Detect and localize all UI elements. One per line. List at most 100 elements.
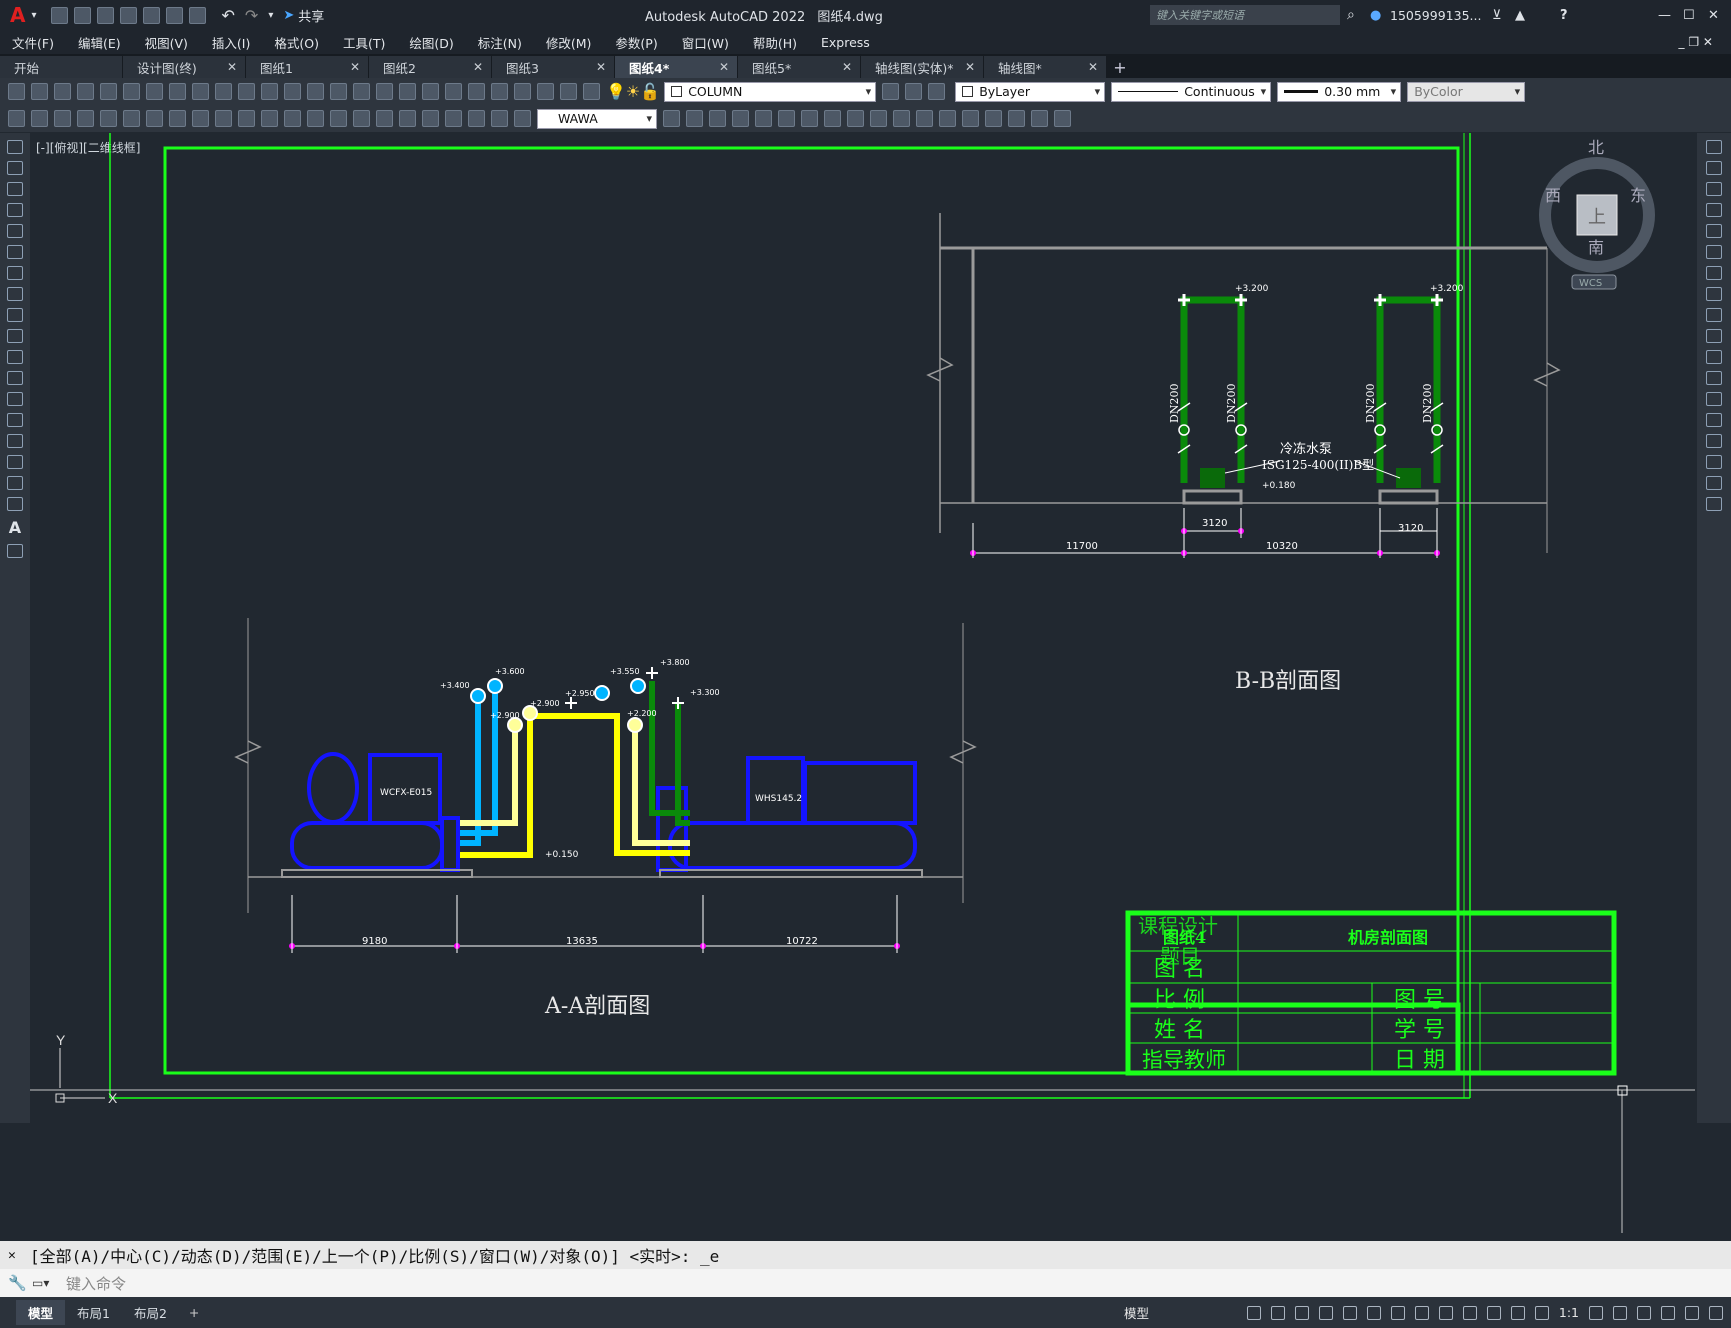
share-button[interactable]: 共享 (298, 6, 324, 25)
inspect-icon[interactable] (422, 110, 439, 127)
close-icon[interactable]: ✕ (842, 60, 852, 74)
object-snap-tracking-icon[interactable] (1414, 1305, 1429, 1320)
wcs-label[interactable]: WCS (1579, 278, 1602, 289)
properties-icon[interactable] (422, 83, 439, 100)
3dprint-icon[interactable] (146, 83, 163, 100)
annotation-monitor-icon[interactable] (1613, 1305, 1627, 1320)
tab-design-final[interactable]: 设计图(终) ✕ (123, 56, 245, 78)
undo-icon[interactable]: ↶ (222, 6, 235, 25)
design-center-icon[interactable] (445, 83, 462, 100)
cut-icon[interactable] (169, 83, 186, 100)
tolerance-icon[interactable] (376, 110, 393, 127)
modify-icon-1[interactable] (686, 110, 703, 127)
pan-icon[interactable] (330, 83, 347, 100)
block-editor-icon[interactable] (261, 83, 278, 100)
blend-curves-icon[interactable] (1706, 476, 1722, 490)
modify-icon-11[interactable] (916, 110, 933, 127)
command-settings-icon[interactable]: 🔧 (8, 1274, 27, 1292)
modify-icon-3[interactable] (732, 110, 749, 127)
hatch-icon[interactable] (7, 434, 23, 448)
add-layout-button[interactable]: + (179, 1305, 209, 1320)
modify-icon-15[interactable] (1008, 110, 1025, 127)
zoom-previous-icon[interactable] (399, 83, 416, 100)
tab-axis[interactable]: 轴线图* ✕ (984, 56, 1106, 78)
menu-item-file[interactable]: 文件(F) (0, 33, 66, 52)
polyline-icon[interactable] (7, 182, 23, 196)
maximize-icon[interactable]: ☐ (1683, 8, 1695, 23)
open-icon[interactable] (73, 6, 91, 24)
help-icon[interactable]: ? (1560, 8, 1568, 23)
dim-radius-icon[interactable] (169, 110, 186, 127)
ellipse-icon[interactable] (7, 329, 23, 343)
gradient-icon[interactable] (7, 455, 23, 469)
model-space-button[interactable]: 模型 (1124, 1303, 1149, 1322)
tab-sheet1[interactable]: 图纸1 ✕ (246, 56, 368, 78)
mtext-icon[interactable]: A (0, 518, 30, 537)
region-icon[interactable] (7, 476, 23, 490)
polygon-icon[interactable] (7, 203, 23, 217)
dim-continue-icon[interactable] (307, 110, 324, 127)
cart-icon[interactable]: ⊻ (1492, 8, 1502, 23)
copy-icon[interactable] (192, 83, 209, 100)
copy-object-icon[interactable] (1706, 161, 1722, 175)
dim-linear-icon[interactable] (77, 110, 94, 127)
dim-edit-icon[interactable] (468, 110, 485, 127)
dim-angular-icon[interactable] (238, 110, 255, 127)
close-icon[interactable]: ✕ (473, 60, 483, 74)
ellipse-arc-icon[interactable] (7, 350, 23, 364)
construction-line-icon[interactable] (7, 161, 23, 175)
isodraft-icon[interactable] (1390, 1305, 1405, 1320)
hardware-accel-icon[interactable] (1661, 1305, 1675, 1320)
mirror-icon[interactable] (1706, 182, 1722, 196)
stretch-icon[interactable] (1706, 308, 1722, 322)
menu-item-draw[interactable]: 绘图(D) (397, 33, 465, 52)
annotation-scale[interactable]: 1:1 (1559, 1305, 1579, 1320)
explode-icon[interactable] (1706, 497, 1722, 511)
layer-walk-icon[interactable] (8, 110, 25, 127)
redo-icon[interactable] (307, 83, 324, 100)
plot-icon[interactable] (77, 83, 94, 100)
grid-icon[interactable] (1246, 1305, 1261, 1320)
modify-icon-6[interactable] (801, 110, 818, 127)
layout-tab-layout2[interactable]: 布局2 (122, 1300, 179, 1325)
dim-text-edit-icon[interactable] (491, 110, 508, 127)
offset-icon[interactable] (1706, 203, 1722, 217)
dimstyle-icon[interactable] (663, 110, 680, 127)
layer-iso-icon[interactable] (31, 110, 48, 127)
break-icon[interactable] (1706, 392, 1722, 406)
dim-ordinate-icon[interactable] (146, 110, 163, 127)
close-icon[interactable]: ✕ (719, 60, 729, 74)
command-input-placeholder[interactable]: 键入命令 (66, 1273, 126, 1294)
layer-previous-icon[interactable] (905, 83, 923, 100)
lineweight-icon[interactable] (1462, 1305, 1477, 1320)
close-icon[interactable]: ✕ (350, 60, 360, 74)
menu-item-edit[interactable]: 编辑(E) (66, 33, 133, 52)
modify-icon-9[interactable] (870, 110, 887, 127)
calculator-icon[interactable] (537, 83, 554, 100)
modify-icon-2[interactable] (709, 110, 726, 127)
viewcube-south[interactable]: 南 (1588, 238, 1604, 257)
print-icon[interactable] (188, 6, 206, 24)
menu-item-express[interactable]: Express (809, 35, 882, 50)
menu-item-help[interactable]: 帮助(H) (741, 33, 809, 52)
tab-start[interactable]: 开始 (0, 56, 122, 78)
make-current-layer-icon[interactable] (882, 83, 900, 100)
revcloud-icon[interactable] (7, 287, 23, 301)
layer-state-icon[interactable] (928, 83, 946, 100)
preview-icon[interactable] (100, 83, 117, 100)
sheet-set-icon[interactable] (491, 83, 508, 100)
save-icon[interactable] (96, 6, 114, 24)
move-icon[interactable] (1706, 245, 1722, 259)
drawing-canvas[interactable]: [-][俯视][二维线框] Y X 北 南 西 东 上 WCS DN200 DN… (30, 133, 1697, 1233)
layout-tab-layout1[interactable]: 布局1 (65, 1300, 122, 1325)
modify-icon-4[interactable] (755, 110, 772, 127)
layer-unisolate-icon[interactable] (54, 110, 71, 127)
tab-axis-solid[interactable]: 轴线图(实体)* ✕ (861, 56, 983, 78)
clean-screen-icon[interactable] (1685, 1305, 1699, 1320)
dim-jogged-icon[interactable] (192, 110, 209, 127)
menu-item-modify[interactable]: 修改(M) (534, 33, 604, 52)
open-icon[interactable] (31, 83, 48, 100)
erase-icon[interactable] (1706, 140, 1722, 154)
viewcube-north[interactable]: 北 (1588, 138, 1604, 157)
scale-icon[interactable] (1706, 287, 1722, 301)
